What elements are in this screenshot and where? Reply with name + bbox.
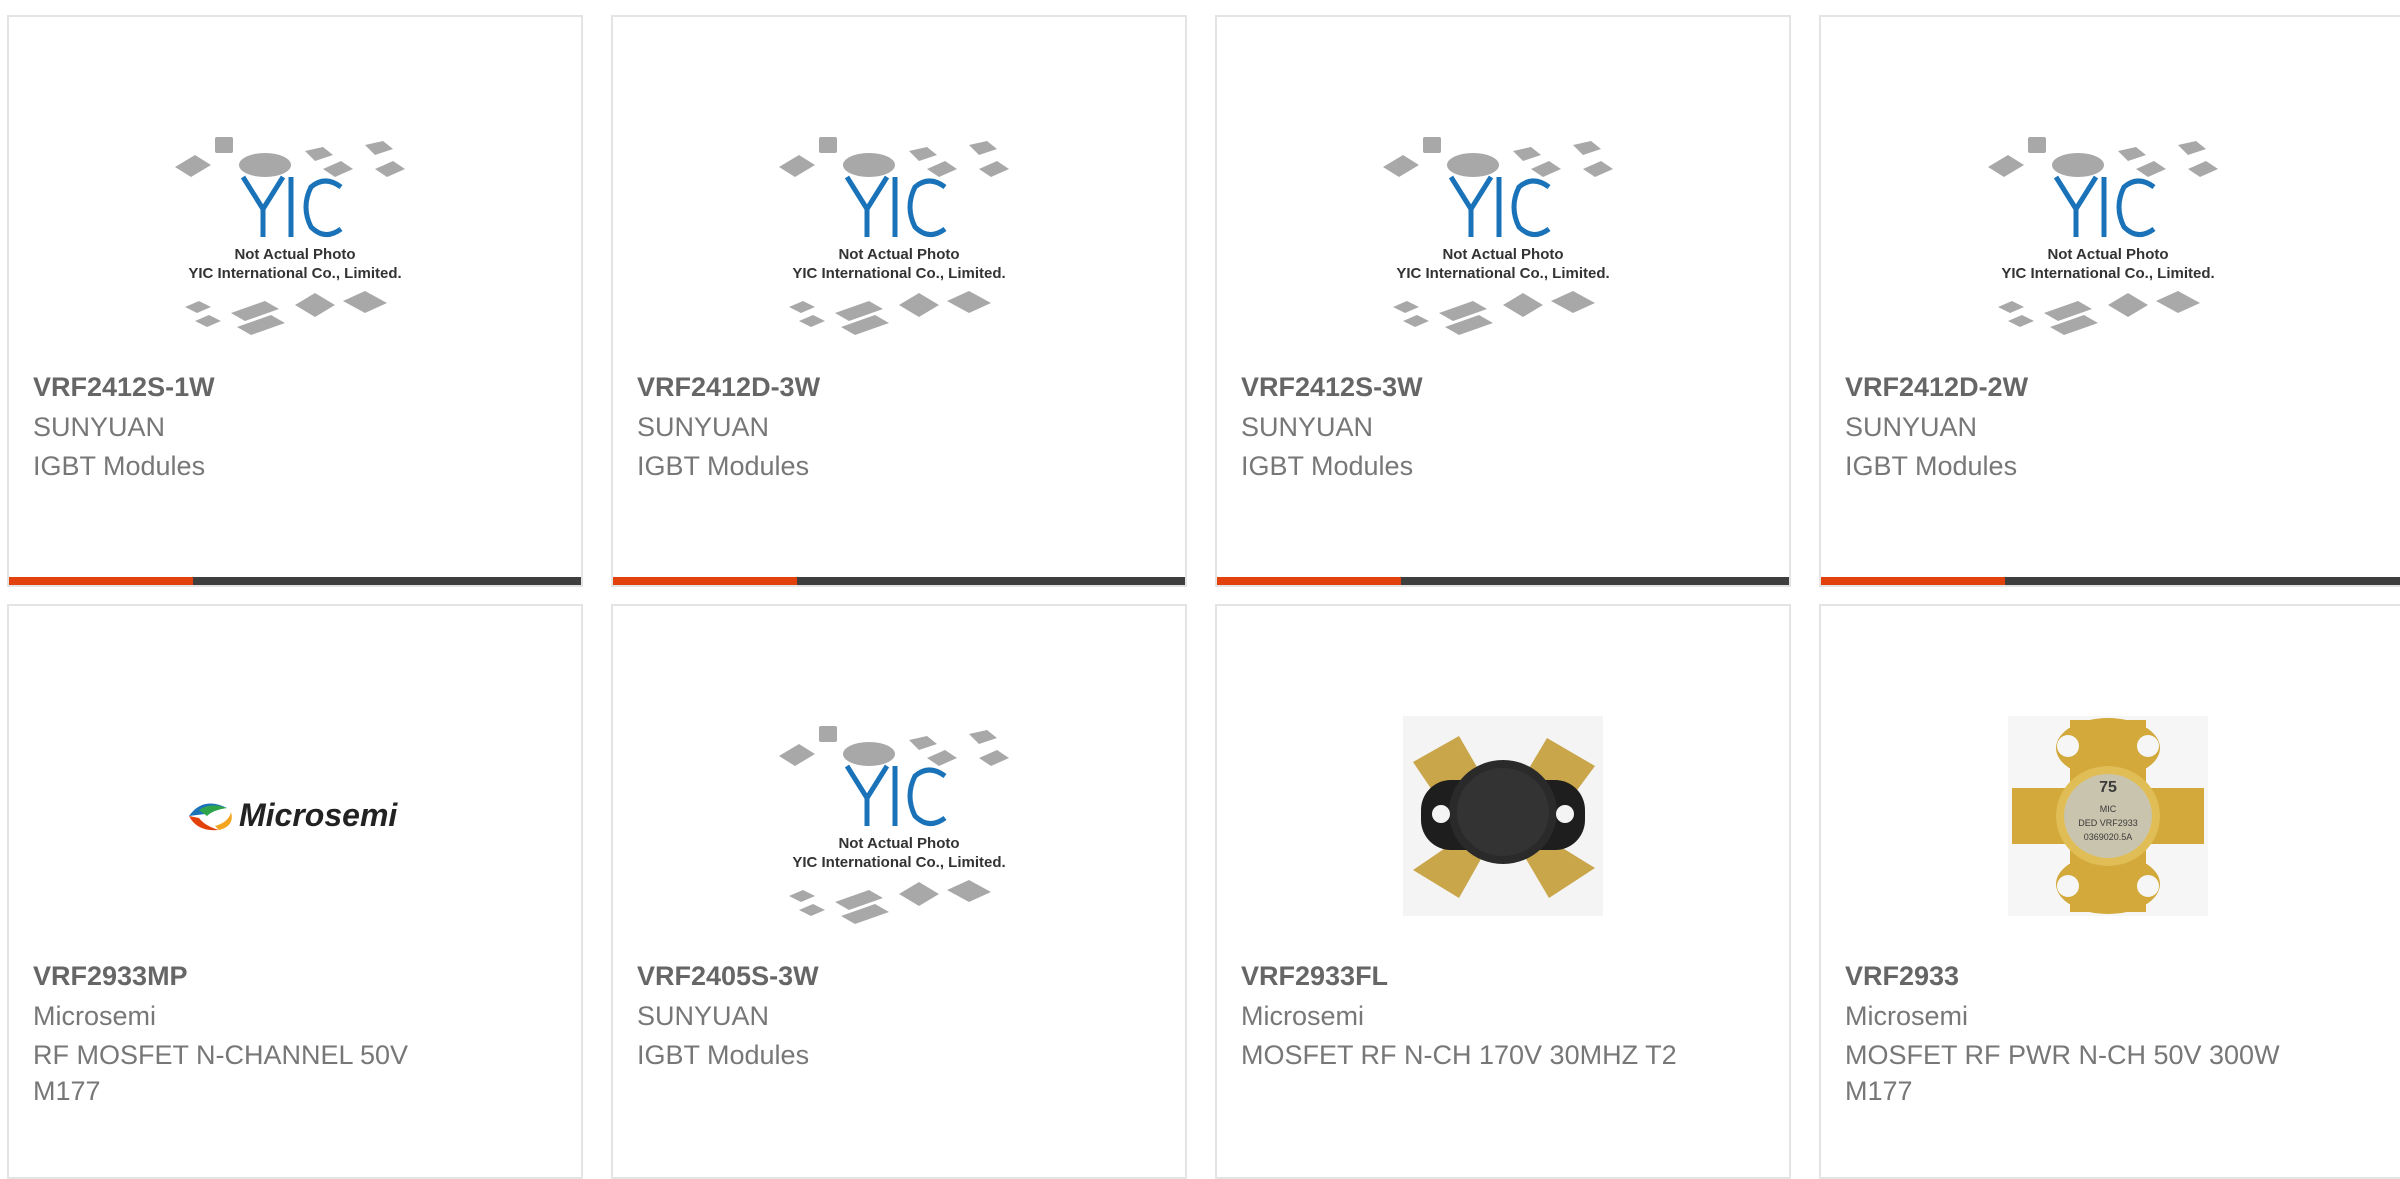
svg-text:Not Actual Photo: Not Actual Photo [2047, 246, 2168, 263]
part-number-link[interactable]: VRF2933MP [33, 961, 188, 992]
yic-placeholder-image: Not Actual Photo YIC International Co., … [175, 137, 405, 335]
svg-text:0369020.5A: 0369020.5A [2084, 832, 2133, 842]
yic-placeholder-image: Not Actual Photo YIC International Co., … [779, 137, 1009, 335]
description: IGBT Modules [637, 451, 810, 481]
svg-text:Not Actual Photo: Not Actual Photo [838, 246, 959, 263]
product-image[interactable]: Not Actual Photo YIC International Co., … [613, 97, 1185, 357]
part-number-link[interactable]: VRF2412S-1W [33, 372, 215, 403]
product-image[interactable]: Not Actual Photo YIC International Co., … [1217, 97, 1789, 357]
product-card[interactable]: Not Actual Photo YIC International Co., … [611, 604, 1187, 1179]
card-bottom-bar [1217, 577, 1789, 585]
description: MOSFET RF PWR N-CH 50V 300W M177 [1845, 1040, 2280, 1106]
yic-placeholder-image: Not Actual Photo YIC International Co., … [1383, 137, 1613, 335]
manufacturer: Microsemi [1241, 1001, 1365, 1031]
yic-placeholder-image: Not Actual Photo YIC International Co., … [779, 726, 1009, 924]
manufacturer: Microsemi [33, 1001, 157, 1031]
svg-text:MIC: MIC [2100, 804, 2117, 814]
part-number-link[interactable]: VRF2412S-3W [1241, 372, 1423, 403]
svg-text:YIC International Co., Limited: YIC International Co., Limited. [188, 265, 401, 282]
svg-text:DED VRF2933: DED VRF2933 [2078, 818, 2138, 828]
manufacturer: Microsemi [1845, 1001, 1969, 1031]
svg-text:Not Actual Photo: Not Actual Photo [838, 835, 959, 852]
product-card[interactable]: Not Actual Photo YIC International Co., … [7, 15, 583, 587]
part-number-link[interactable]: VRF2933 [1845, 961, 1959, 992]
black-rf-transistor-image [1403, 716, 1603, 916]
description: MOSFET RF N-CH 170V 30MHZ T2 [1241, 1040, 1677, 1070]
product-image[interactable]: Not Actual Photo YIC International Co., … [1821, 97, 2395, 357]
product-card[interactable]: Microsemi VRF2933MP Microsemi RF MOSFET … [7, 604, 583, 1179]
product-image[interactable]: Microsemi [9, 686, 581, 946]
part-number-link[interactable]: VRF2405S-3W [637, 961, 819, 992]
microsemi-logo: Microsemi [189, 797, 398, 833]
accent-bar [1217, 577, 1401, 585]
product-image[interactable]: Not Actual Photo YIC International Co., … [9, 97, 581, 357]
description: RF MOSFET N-CHANNEL 50V M177 [33, 1040, 409, 1106]
product-card[interactable]: 75 MIC DED VRF2933 0369020.5A VRF2933 Mi… [1819, 604, 2400, 1179]
yic-placeholder-image: Not Actual Photo YIC International Co., … [1988, 137, 2218, 335]
manufacturer: SUNYUAN [1241, 412, 1374, 442]
description: IGBT Modules [33, 451, 206, 481]
accent-bar [1821, 577, 2005, 585]
product-image[interactable]: Not Actual Photo YIC International Co., … [613, 686, 1185, 946]
svg-text:YIC International Co., Limited: YIC International Co., Limited. [1396, 265, 1609, 282]
svg-text:Not Actual Photo: Not Actual Photo [1442, 246, 1563, 263]
product-image[interactable] [1217, 686, 1789, 946]
product-card[interactable]: VRF2933FL Microsemi MOSFET RF N-CH 170V … [1215, 604, 1791, 1179]
svg-text:Not Actual Photo: Not Actual Photo [234, 246, 355, 263]
part-number-link[interactable]: VRF2412D-3W [637, 372, 820, 403]
part-number-link[interactable]: VRF2412D-2W [1845, 372, 2028, 403]
description: IGBT Modules [1845, 451, 2018, 481]
svg-text:YIC International Co., Limited: YIC International Co., Limited. [792, 854, 1005, 871]
gold-rf-transistor-image: 75 MIC DED VRF2933 0369020.5A [2008, 716, 2208, 916]
part-number-link[interactable]: VRF2933FL [1241, 961, 1388, 992]
svg-text:Microsemi: Microsemi [239, 797, 398, 833]
card-bottom-bar [1821, 577, 2400, 585]
manufacturer: SUNYUAN [1845, 412, 1978, 442]
description: IGBT Modules [637, 1040, 810, 1070]
accent-bar [9, 577, 193, 585]
product-card[interactable]: Not Actual Photo YIC International Co., … [1215, 15, 1791, 587]
product-card[interactable]: Not Actual Photo YIC International Co., … [611, 15, 1187, 587]
manufacturer: SUNYUAN [637, 412, 770, 442]
card-bottom-bar [9, 577, 581, 585]
product-image[interactable]: 75 MIC DED VRF2933 0369020.5A [1821, 686, 2395, 946]
manufacturer: SUNYUAN [637, 1001, 770, 1031]
manufacturer: SUNYUAN [33, 412, 166, 442]
svg-text:YIC International Co., Limited: YIC International Co., Limited. [792, 265, 1005, 282]
description: IGBT Modules [1241, 451, 1414, 481]
accent-bar [613, 577, 797, 585]
product-card[interactable]: Not Actual Photo YIC International Co., … [1819, 15, 2400, 587]
card-bottom-bar [613, 577, 1185, 585]
svg-text:75: 75 [2099, 779, 2117, 796]
svg-text:YIC International Co., Limited: YIC International Co., Limited. [2001, 265, 2214, 282]
